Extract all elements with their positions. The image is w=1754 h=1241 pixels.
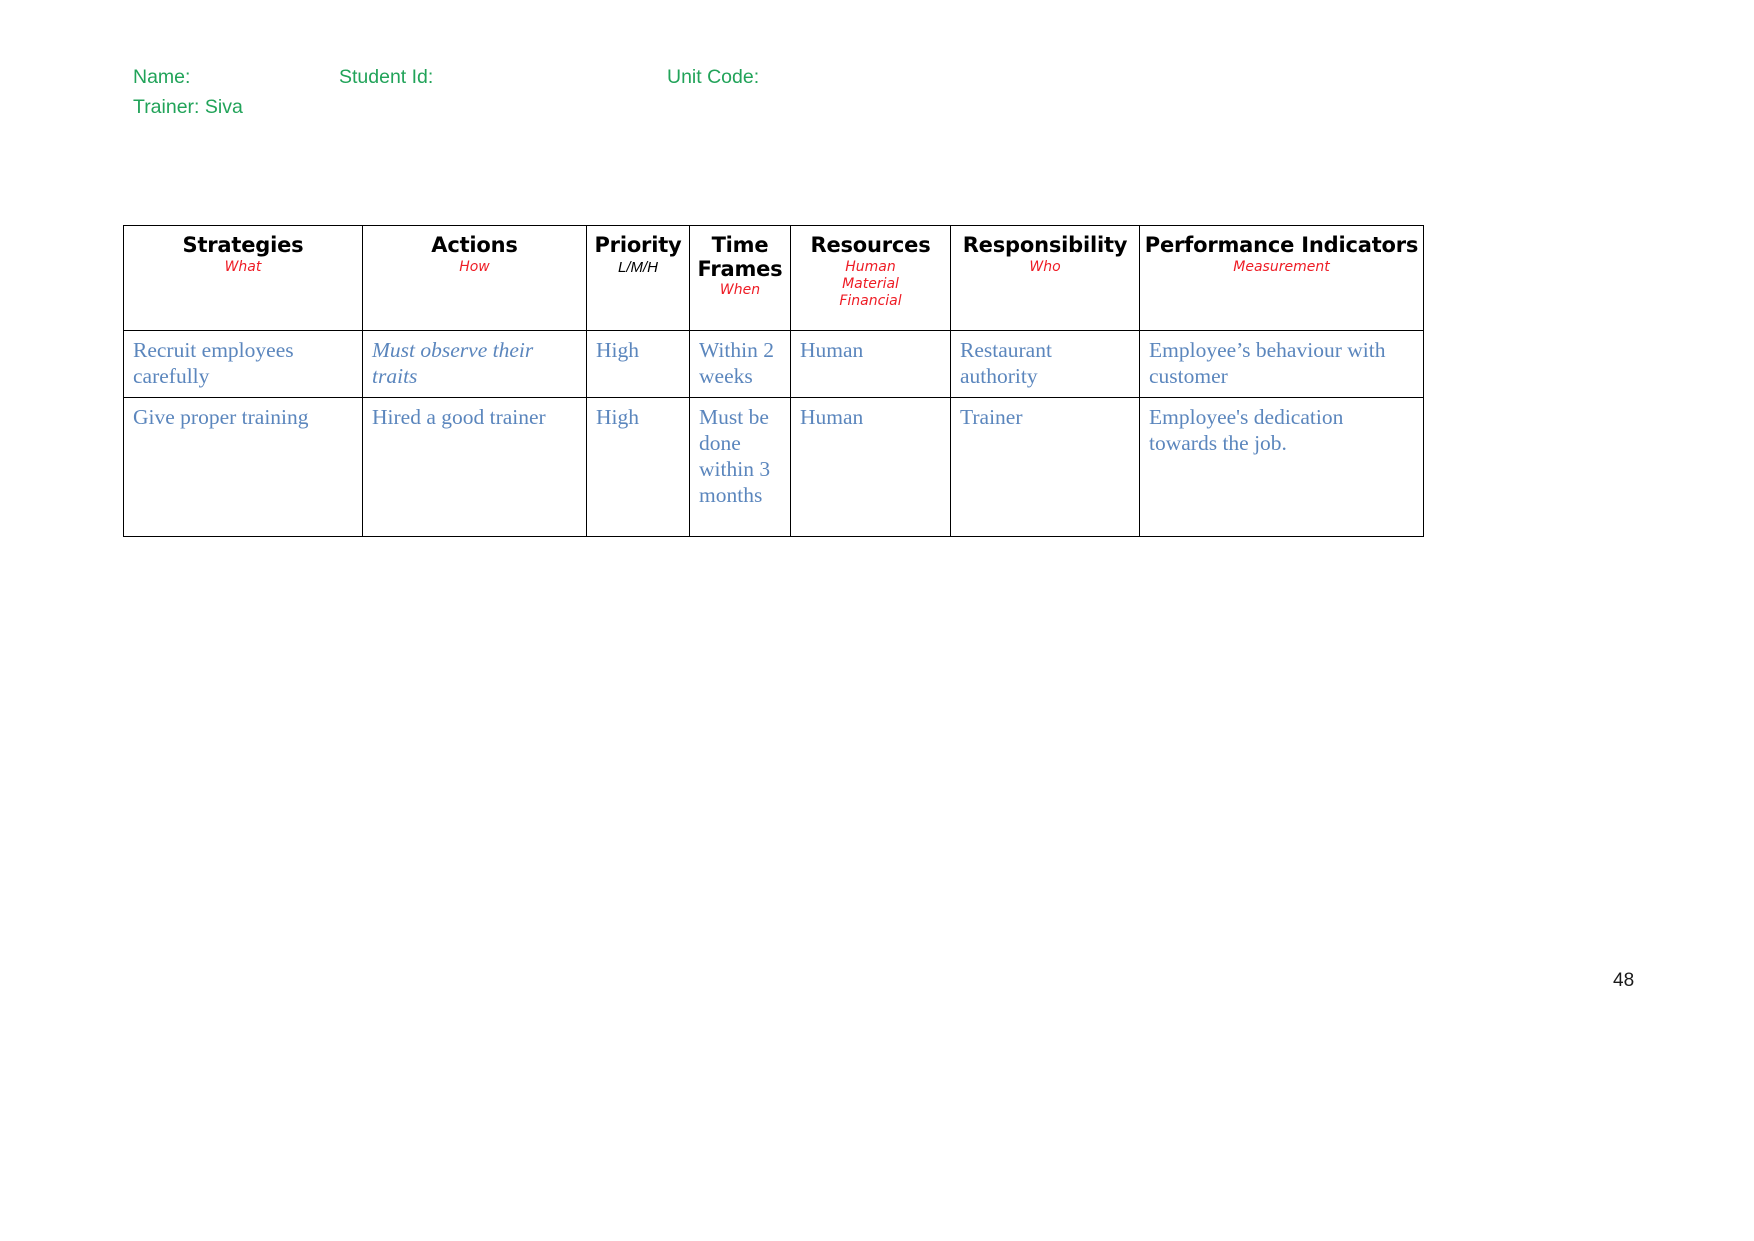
- column-header-resources: Resources Human Material Financial: [790, 225, 951, 331]
- action-plan-table: Strategies What Actions How Priority L/M…: [123, 225, 1424, 537]
- cell-resources: Human: [790, 397, 951, 537]
- column-header-priority: Priority L/M/H: [586, 225, 690, 331]
- unit-code-label: Unit Code:: [667, 66, 760, 88]
- cell-performance-indicators: Employee's dedication towards the job.: [1139, 397, 1424, 537]
- column-subtitle-performance-indicators: Measurement: [1233, 258, 1330, 275]
- column-subtitle-priority: L/M/H: [617, 258, 658, 276]
- cell-time-frames: Must be done within 3 months: [689, 397, 791, 537]
- column-title-priority: Priority: [594, 233, 682, 257]
- column-subtitle-strategies: What: [224, 258, 262, 275]
- column-header-strategies: Strategies What: [123, 225, 363, 331]
- table-header-row: Strategies What Actions How Priority L/M…: [123, 225, 1424, 331]
- cell-responsibility: Trainer: [950, 397, 1140, 537]
- column-header-responsibility: Responsibility Who: [950, 225, 1140, 331]
- trainer-label: Trainer: Siva: [133, 96, 243, 118]
- column-title-actions: Actions: [431, 233, 518, 257]
- column-subtitle-responsibility: Who: [1029, 258, 1061, 275]
- cell-time-frames: Within 2 weeks: [689, 330, 791, 398]
- document-header: Name: Student Id: Unit Code: Trainer: Si…: [133, 62, 1433, 122]
- student-id-label: Student Id:: [339, 66, 434, 88]
- column-subtitle-time-frames: When: [719, 282, 761, 298]
- table-row: Give proper training Hired a good traine…: [123, 397, 1424, 537]
- cell-performance-indicators: Employee’s behaviour with customer: [1139, 330, 1424, 398]
- cell-priority: High: [586, 397, 690, 537]
- table-row: Recruit employees carefully Must observe…: [123, 330, 1424, 398]
- cell-strategies: Give proper training: [123, 397, 363, 537]
- cell-resources: Human: [790, 330, 951, 398]
- header-line-1: Name: Student Id: Unit Code:: [133, 62, 1433, 92]
- page-number: 48: [1613, 970, 1635, 991]
- header-line-2: Trainer: Siva: [133, 92, 1433, 122]
- column-header-time-frames: Time Frames When: [689, 225, 791, 331]
- cell-actions: Hired a good trainer: [362, 397, 587, 537]
- cell-strategies: Recruit employees carefully: [123, 330, 363, 398]
- column-header-performance-indicators: Performance Indicators Measurement: [1139, 225, 1424, 331]
- column-title-resources: Resources: [810, 233, 931, 257]
- column-header-actions: Actions How: [362, 225, 587, 331]
- column-title-time-frames: Time Frames: [697, 233, 783, 281]
- column-subtitle-actions: How: [459, 258, 490, 275]
- cell-priority: High: [586, 330, 690, 398]
- cell-actions: Must observe their traits: [362, 330, 587, 398]
- column-title-strategies: Strategies: [182, 233, 304, 257]
- column-subtitle-resources: Human Material Financial: [839, 258, 902, 309]
- cell-responsibility: Restaurant authority: [950, 330, 1140, 398]
- column-title-responsibility: Responsibility: [962, 233, 1128, 257]
- name-label: Name:: [133, 66, 191, 88]
- column-title-performance-indicators: Performance Indicators: [1144, 233, 1419, 257]
